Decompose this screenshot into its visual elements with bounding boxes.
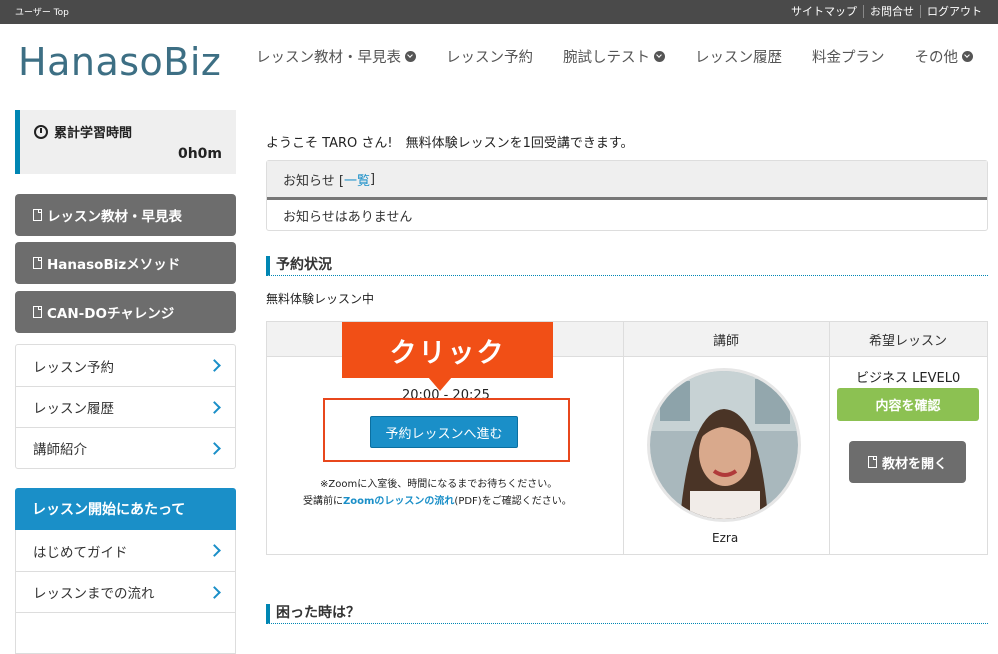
- chevron-right-icon: [208, 400, 221, 414]
- nav-label: レッスン履歴: [695, 50, 782, 66]
- sidebar-materials-button[interactable]: レッスン教材・早見表: [15, 194, 236, 236]
- chevron-right-icon: [208, 544, 221, 557]
- study-time-panel: 累計学習時間 0h0m: [15, 110, 236, 174]
- highlight-box: [323, 398, 570, 462]
- nav-reservation[interactable]: レッスン予約: [446, 46, 533, 67]
- sidebar-item-reservation[interactable]: レッスン予約: [16, 345, 235, 386]
- document-icon: [33, 209, 42, 221]
- news-title-end: ]: [369, 171, 376, 187]
- click-callout: クリック: [342, 322, 553, 378]
- news-title: お知らせ [: [283, 173, 344, 189]
- news-list-link[interactable]: 一覧: [344, 170, 370, 189]
- nav-label: レッスン予約: [446, 50, 533, 66]
- logo[interactable]: HanasoBiz: [18, 40, 221, 84]
- news-header: お知らせ [一覧]: [267, 161, 987, 200]
- study-time-value: 0h0m: [177, 146, 222, 162]
- menu-label: 講師紹介: [33, 442, 87, 458]
- callout-pointer: [428, 377, 452, 391]
- button-label: HanasoBizメソッド: [47, 257, 181, 273]
- zoom-note: ※Zoomに入室後、時間になるまでお待ちください。: [320, 479, 558, 490]
- chevron-right-icon: [208, 585, 221, 599]
- breadcrumb[interactable]: ユーザー Top: [15, 5, 69, 18]
- menu-label: はじめてガイド: [33, 544, 128, 561]
- menu-label: レッスン履歴: [33, 401, 114, 417]
- table-header-teacher: 講師: [623, 322, 829, 357]
- sidebar-item-more[interactable]: [16, 612, 235, 653]
- teacher-name: Ezra: [712, 531, 739, 545]
- nav-label: レッスン教材・早見表: [256, 50, 401, 66]
- sidebar-item-lesson-flow[interactable]: レッスンまでの流れ: [16, 571, 235, 612]
- welcome-message: ようこそ TARO さん! 無料体験レッスンを1回受講できます。: [266, 136, 634, 151]
- nav-label: 料金プラン: [812, 50, 885, 66]
- button-label: 教材を開く: [881, 456, 947, 472]
- note-text: 受講前に: [303, 496, 343, 507]
- document-icon: [33, 306, 42, 318]
- table-divider: [829, 322, 830, 554]
- nav-other[interactable]: その他: [914, 46, 973, 67]
- nav-pricing[interactable]: 料金プラン: [812, 46, 885, 67]
- lesson-name: ビジネス LEVEL0: [856, 371, 961, 386]
- zoom-flow-note: 受講前にZoomのレッスンの流れ(PDF)をご確認ください。: [303, 492, 572, 507]
- guide-header: レッスン開始にあたって: [15, 488, 236, 530]
- trial-status: 無料体験レッスン中: [266, 292, 375, 306]
- button-label: CAN-DOチャレンジ: [47, 306, 175, 322]
- nav-label: その他: [914, 50, 959, 66]
- sidebar-menu: レッスン予約 レッスン履歴 講師紹介: [15, 344, 236, 469]
- nav-label: 腕試しテスト: [563, 50, 650, 66]
- news-panel: お知らせ [一覧] お知らせはありません: [266, 160, 988, 231]
- guide-menu: はじめてガイド レッスンまでの流れ: [15, 530, 236, 654]
- open-material-button[interactable]: 教材を開く: [849, 441, 966, 483]
- reservation-heading: 予約状況: [266, 256, 988, 276]
- chevron-down-icon: [654, 51, 665, 62]
- help-heading: 困った時は？: [266, 604, 988, 624]
- sidebar-cando-button[interactable]: CAN-DOチャレンジ: [15, 291, 236, 333]
- nav-history[interactable]: レッスン履歴: [695, 46, 782, 67]
- nav-materials[interactable]: レッスン教材・早見表: [256, 46, 416, 67]
- button-label: レッスン教材・早見表: [47, 209, 182, 225]
- sidebar-item-history[interactable]: レッスン履歴: [16, 386, 235, 427]
- document-icon: [867, 456, 877, 468]
- teacher-portrait: [650, 371, 798, 519]
- document-icon: [33, 257, 42, 269]
- logout-link[interactable]: ログアウト: [920, 5, 988, 18]
- chevron-right-icon: [208, 441, 221, 455]
- chevron-down-icon: [962, 51, 973, 62]
- table-divider: [623, 322, 624, 554]
- teacher-photo[interactable]: [647, 368, 801, 522]
- chevron-down-icon: [405, 51, 416, 62]
- nav-test[interactable]: 腕試しテスト: [563, 46, 665, 67]
- note-text: (PDF)をご確認ください。: [454, 496, 572, 507]
- alarm-clock-icon: [34, 124, 48, 139]
- chevron-right-icon: [208, 359, 221, 372]
- zoom-flow-link[interactable]: Zoomのレッスンの流れ: [343, 496, 454, 507]
- confirm-content-button[interactable]: 内容を確認: [837, 388, 979, 421]
- contact-link[interactable]: お問合せ: [863, 5, 920, 18]
- study-time-label: 累計学習時間: [54, 126, 133, 141]
- main-nav: レッスン教材・早見表 レッスン予約 腕試しテスト レッスン履歴 料金プラン その…: [256, 46, 998, 67]
- study-time-title: 累計学習時間: [34, 122, 132, 141]
- top-bar: ユーザー Top サイトマップ お問合せ ログアウト: [0, 0, 998, 24]
- menu-label: レッスン予約: [33, 359, 114, 376]
- sidebar-item-first-guide[interactable]: はじめてガイド: [16, 530, 235, 571]
- news-body: お知らせはありません: [283, 210, 413, 225]
- table-header-lesson: 希望レッスン: [829, 322, 987, 357]
- menu-label: レッスンまでの流れ: [33, 586, 155, 602]
- sitemap-link[interactable]: サイトマップ: [785, 5, 863, 18]
- sidebar-method-button[interactable]: HanasoBizメソッド: [15, 242, 236, 284]
- top-links: サイトマップ お問合せ ログアウト: [785, 5, 988, 18]
- sidebar-item-teachers[interactable]: 講師紹介: [16, 427, 235, 468]
